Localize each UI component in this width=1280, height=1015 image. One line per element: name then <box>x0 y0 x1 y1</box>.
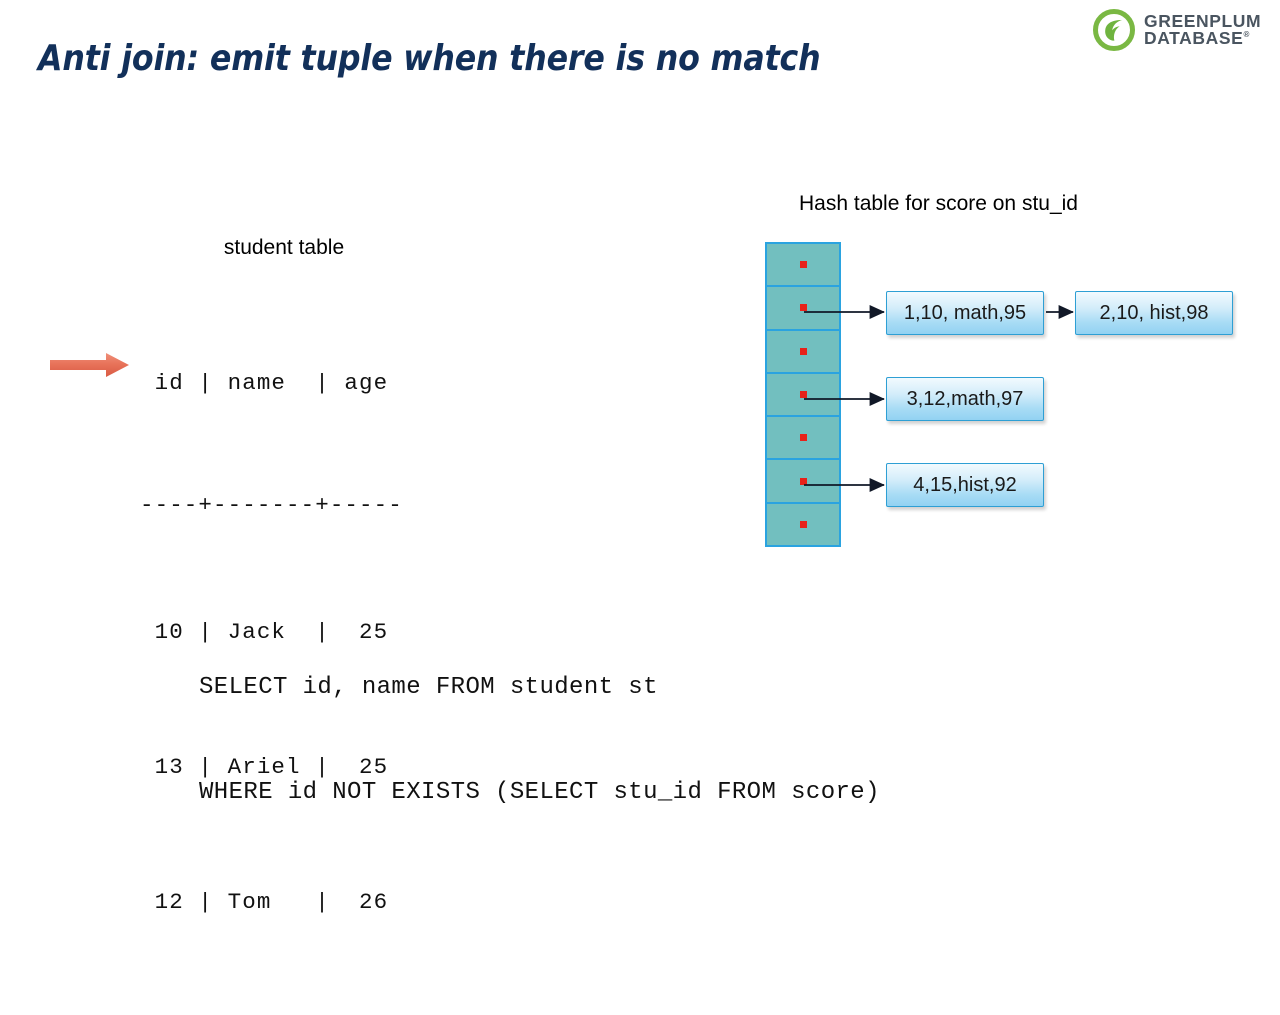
bucket-pointer-dot-icon <box>799 434 807 442</box>
sql-line-1: SELECT id, name FROM student st <box>199 674 658 701</box>
bucket-pointer-dot-icon <box>799 347 807 355</box>
logo-line-2: DATABASE® <box>1144 28 1250 48</box>
hash-entry-box[interactable]: 1,10, math,95 <box>886 291 1044 335</box>
greenplum-database-logo: GREENPLUM DATABASE® <box>1092 6 1276 54</box>
sql-query-text: SELECT id, name FROM student st WHERE id… <box>199 600 880 845</box>
hash-bucket[interactable] <box>765 458 841 504</box>
hash-bucket[interactable] <box>765 285 841 331</box>
bucket-pointer-dot-icon <box>799 304 807 312</box>
page-title: Anti join: emit tuple when there is no m… <box>38 38 821 79</box>
hash-table-caption: Hash table for score on stu_id <box>799 192 1078 215</box>
greenplum-leaf-icon <box>1093 9 1135 51</box>
bucket-pointer-dot-icon <box>799 520 807 528</box>
student-table-caption: student table <box>223 236 345 259</box>
table-row: 12 | Tom | 26 <box>140 889 389 915</box>
hash-entry-box[interactable]: 3,12,math,97 <box>886 377 1044 421</box>
hash-bucket[interactable] <box>765 501 841 547</box>
bucket-pointer-dot-icon <box>799 390 807 398</box>
student-table-header: id | name | age <box>140 370 389 396</box>
bucket-pointer-dot-icon <box>799 477 807 485</box>
hash-bucket-column <box>765 242 841 547</box>
bucket-pointer-dot-icon <box>799 261 807 269</box>
registered-trademark-icon: ® <box>1243 30 1250 40</box>
hash-bucket[interactable] <box>765 328 841 374</box>
hash-bucket[interactable] <box>765 371 841 418</box>
hash-bucket[interactable] <box>765 242 841 288</box>
logo-wordmark: GREENPLUM DATABASE® <box>1144 12 1261 48</box>
student-table-separator: ----+-------+----- <box>140 492 403 518</box>
hash-entry-box[interactable]: 4,15,hist,92 <box>886 463 1044 507</box>
current-row-arrow-icon <box>50 353 129 377</box>
sql-line-2: WHERE id NOT EXISTS (SELECT stu_id FROM … <box>199 779 880 806</box>
hash-entry-box[interactable]: 2,10, hist,98 <box>1075 291 1233 335</box>
hash-bucket[interactable] <box>765 415 841 461</box>
